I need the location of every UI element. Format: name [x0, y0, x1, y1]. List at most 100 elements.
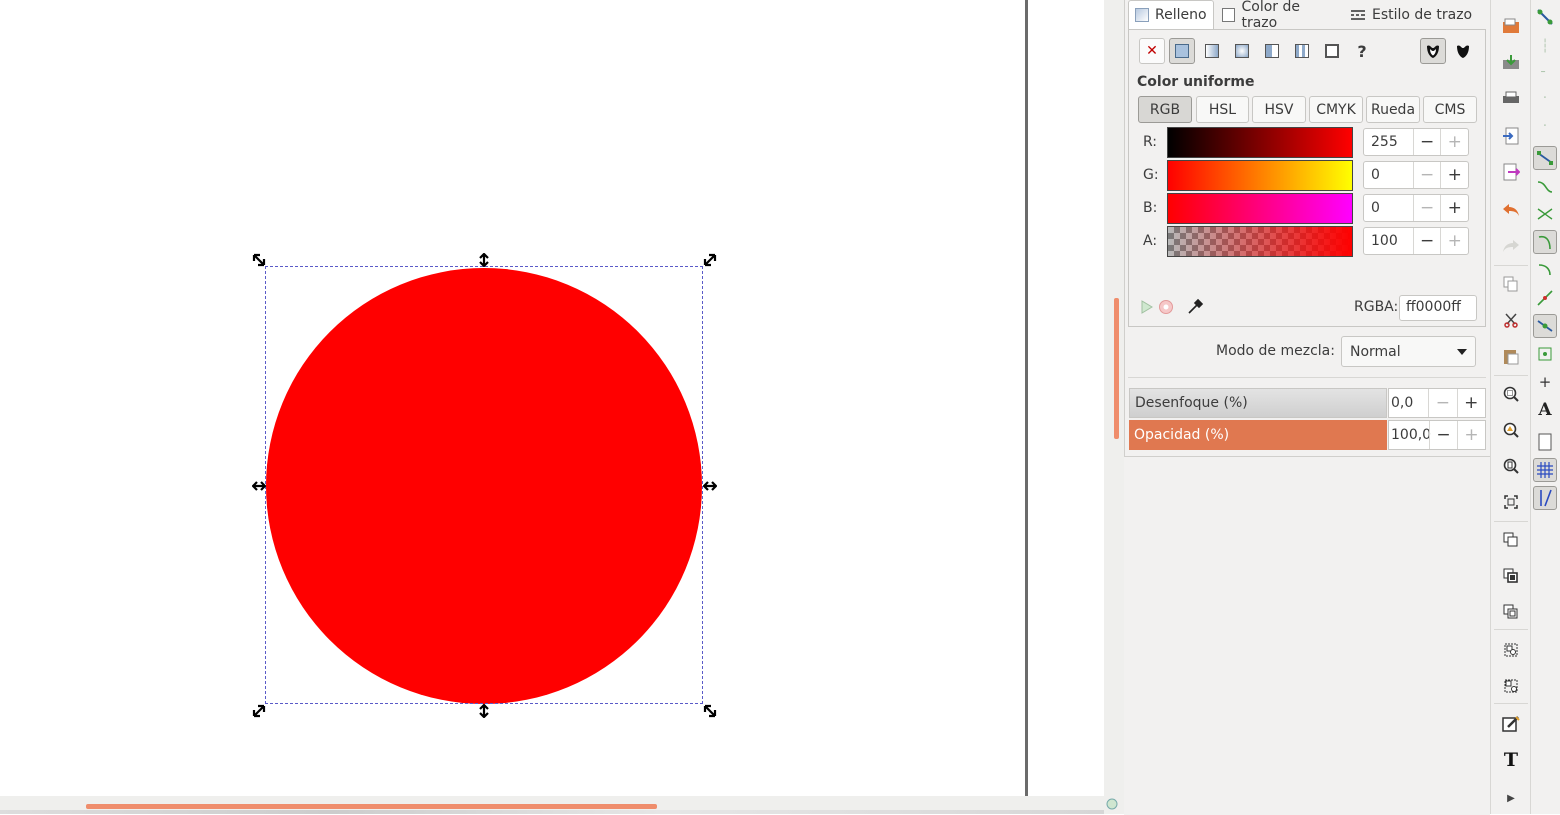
rgba-input[interactable]: ff0000ff	[1399, 295, 1477, 321]
zoom-drawing-button[interactable]	[1499, 418, 1523, 442]
undo-button[interactable]	[1499, 198, 1523, 222]
tab-fill[interactable]: Relleno	[1128, 0, 1214, 29]
import-button[interactable]	[1499, 124, 1523, 148]
snap-bbox-midpoints-button[interactable]: ·	[1533, 114, 1557, 138]
snap-grid-button[interactable]	[1533, 458, 1557, 482]
fill-rule-nonzero-button[interactable]	[1450, 38, 1476, 64]
snap-others-button[interactable]	[1533, 314, 1557, 338]
mode-tab-hsl[interactable]: HSL	[1196, 96, 1249, 123]
mode-tab-rgb[interactable]: RGB	[1138, 96, 1192, 123]
copy-button[interactable]	[1499, 272, 1523, 296]
channel-b-increment[interactable]: +	[1440, 195, 1468, 221]
channel-a-value[interactable]: 100	[1364, 233, 1413, 249]
paint-pattern-button[interactable]	[1289, 38, 1315, 64]
redo-button[interactable]	[1499, 234, 1523, 258]
color-picker-icon[interactable]	[1186, 298, 1204, 316]
scale-handle-bottom-left[interactable]	[252, 704, 266, 718]
print-button[interactable]	[1499, 86, 1523, 110]
group-button[interactable]	[1499, 638, 1523, 662]
tab-stroke-style[interactable]: Estilo de trazo	[1344, 0, 1484, 29]
zoom-resize-button[interactable]	[1499, 490, 1523, 514]
channel-g-slider[interactable]	[1167, 160, 1353, 191]
cut-button[interactable]	[1499, 308, 1523, 332]
paint-swatch-button[interactable]	[1319, 38, 1345, 64]
export-button[interactable]	[1499, 160, 1523, 184]
mode-tab-cmyk[interactable]: CMYK	[1309, 96, 1363, 123]
mode-tab-cms[interactable]: CMS	[1423, 96, 1477, 123]
paint-unset-button[interactable]: ?	[1349, 38, 1375, 64]
blur-increment[interactable]: +	[1456, 389, 1485, 417]
paint-radial-button[interactable]	[1229, 38, 1255, 64]
scale-handle-top-left[interactable]	[252, 253, 266, 267]
blur-value[interactable]: 0,0	[1389, 395, 1428, 411]
snap-nodes-button[interactable]	[1533, 146, 1557, 170]
snap-page-border-button[interactable]	[1533, 430, 1557, 454]
channel-a-slider[interactable]	[1167, 226, 1353, 257]
snap-intersections-button[interactable]	[1533, 202, 1557, 226]
more-commands-button[interactable]: ▶	[1499, 786, 1523, 810]
channel-b-slider[interactable]	[1167, 193, 1353, 224]
channel-a-increment[interactable]: +	[1440, 228, 1468, 254]
paste-button[interactable]	[1499, 344, 1523, 368]
blur-spinbox[interactable]: 0,0 − +	[1388, 388, 1486, 418]
channel-a-decrement[interactable]: −	[1412, 228, 1441, 254]
scale-handle-top[interactable]	[477, 253, 491, 267]
channel-g-spinbox[interactable]: 0 − +	[1363, 161, 1469, 189]
snap-midpoints-button[interactable]	[1533, 286, 1557, 310]
snap-centers-button[interactable]	[1533, 342, 1557, 366]
vertical-scrollbar-thumb[interactable]	[1114, 298, 1119, 439]
blend-mode-select[interactable]: Normal	[1341, 336, 1476, 367]
snap-toggle-button[interactable]	[1533, 5, 1557, 29]
opacity-slider[interactable]: Opacidad (%)	[1129, 420, 1387, 450]
snap-smooth-nodes-button[interactable]	[1533, 258, 1557, 282]
fill-rule-evenodd-button[interactable]	[1420, 38, 1446, 64]
mode-tab-wheel[interactable]: Rueda	[1366, 96, 1420, 123]
paint-flat-button[interactable]	[1169, 38, 1195, 64]
snap-rotation-center-button[interactable]: +	[1533, 370, 1557, 394]
channel-r-value[interactable]: 255	[1364, 134, 1413, 150]
channel-a-spinbox[interactable]: 100 − +	[1363, 227, 1469, 255]
unlink-clone-button[interactable]	[1499, 600, 1523, 624]
clone-button[interactable]	[1499, 564, 1523, 588]
channel-r-decrement[interactable]: −	[1412, 129, 1441, 155]
scale-handle-right[interactable]	[703, 479, 717, 493]
scale-handle-top-right[interactable]	[703, 253, 717, 267]
channel-g-value[interactable]: 0	[1364, 167, 1413, 183]
mode-tab-hsv[interactable]: HSV	[1252, 96, 1306, 123]
scale-handle-bottom-right[interactable]	[703, 704, 717, 718]
snap-cusp-nodes-button[interactable]	[1533, 230, 1557, 254]
paint-mesh-button[interactable]	[1259, 38, 1285, 64]
channel-g-decrement[interactable]: −	[1412, 162, 1441, 188]
fill-stroke-button[interactable]	[1499, 712, 1523, 736]
snap-text-baseline-button[interactable]: A	[1533, 398, 1557, 422]
opacity-decrement[interactable]: −	[1429, 421, 1457, 449]
paint-none-button[interactable]: ✕	[1139, 38, 1165, 64]
open-button[interactable]	[1499, 14, 1523, 38]
zoom-selection-button[interactable]	[1499, 382, 1523, 406]
tab-stroke-paint[interactable]: Color de trazo	[1216, 0, 1342, 31]
channel-b-spinbox[interactable]: 0 − +	[1363, 194, 1469, 222]
snap-guide-button[interactable]	[1533, 486, 1557, 510]
snap-bbox-edges-button[interactable]: ╴	[1533, 60, 1557, 84]
snap-bbox-corners-button[interactable]: ·	[1533, 86, 1557, 110]
channel-g-increment[interactable]: +	[1440, 162, 1468, 188]
scale-handle-bottom[interactable]	[477, 704, 491, 718]
opacity-spinbox[interactable]: 100,0 − +	[1388, 420, 1486, 450]
snap-paths-button[interactable]	[1533, 175, 1557, 199]
blur-decrement[interactable]: −	[1428, 389, 1456, 417]
channel-r-increment[interactable]: +	[1440, 129, 1468, 155]
save-button[interactable]	[1499, 50, 1523, 74]
channel-b-value[interactable]: 0	[1364, 200, 1413, 216]
blur-slider[interactable]: Desenfoque (%)	[1129, 388, 1387, 418]
zoom-page-button[interactable]	[1499, 454, 1523, 478]
channel-r-spinbox[interactable]: 255 − +	[1363, 128, 1469, 156]
channel-r-slider[interactable]	[1167, 127, 1353, 158]
color-palette-strip[interactable]	[0, 810, 1104, 814]
horizontal-scrollbar-thumb[interactable]	[86, 804, 657, 809]
scale-handle-left[interactable]	[252, 479, 266, 493]
opacity-increment[interactable]: +	[1457, 421, 1485, 449]
snap-bbox-button[interactable]: ┆	[1533, 34, 1557, 58]
channel-b-decrement[interactable]: −	[1412, 195, 1441, 221]
opacity-value[interactable]: 100,0	[1389, 427, 1431, 443]
paint-linear-button[interactable]	[1199, 38, 1225, 64]
